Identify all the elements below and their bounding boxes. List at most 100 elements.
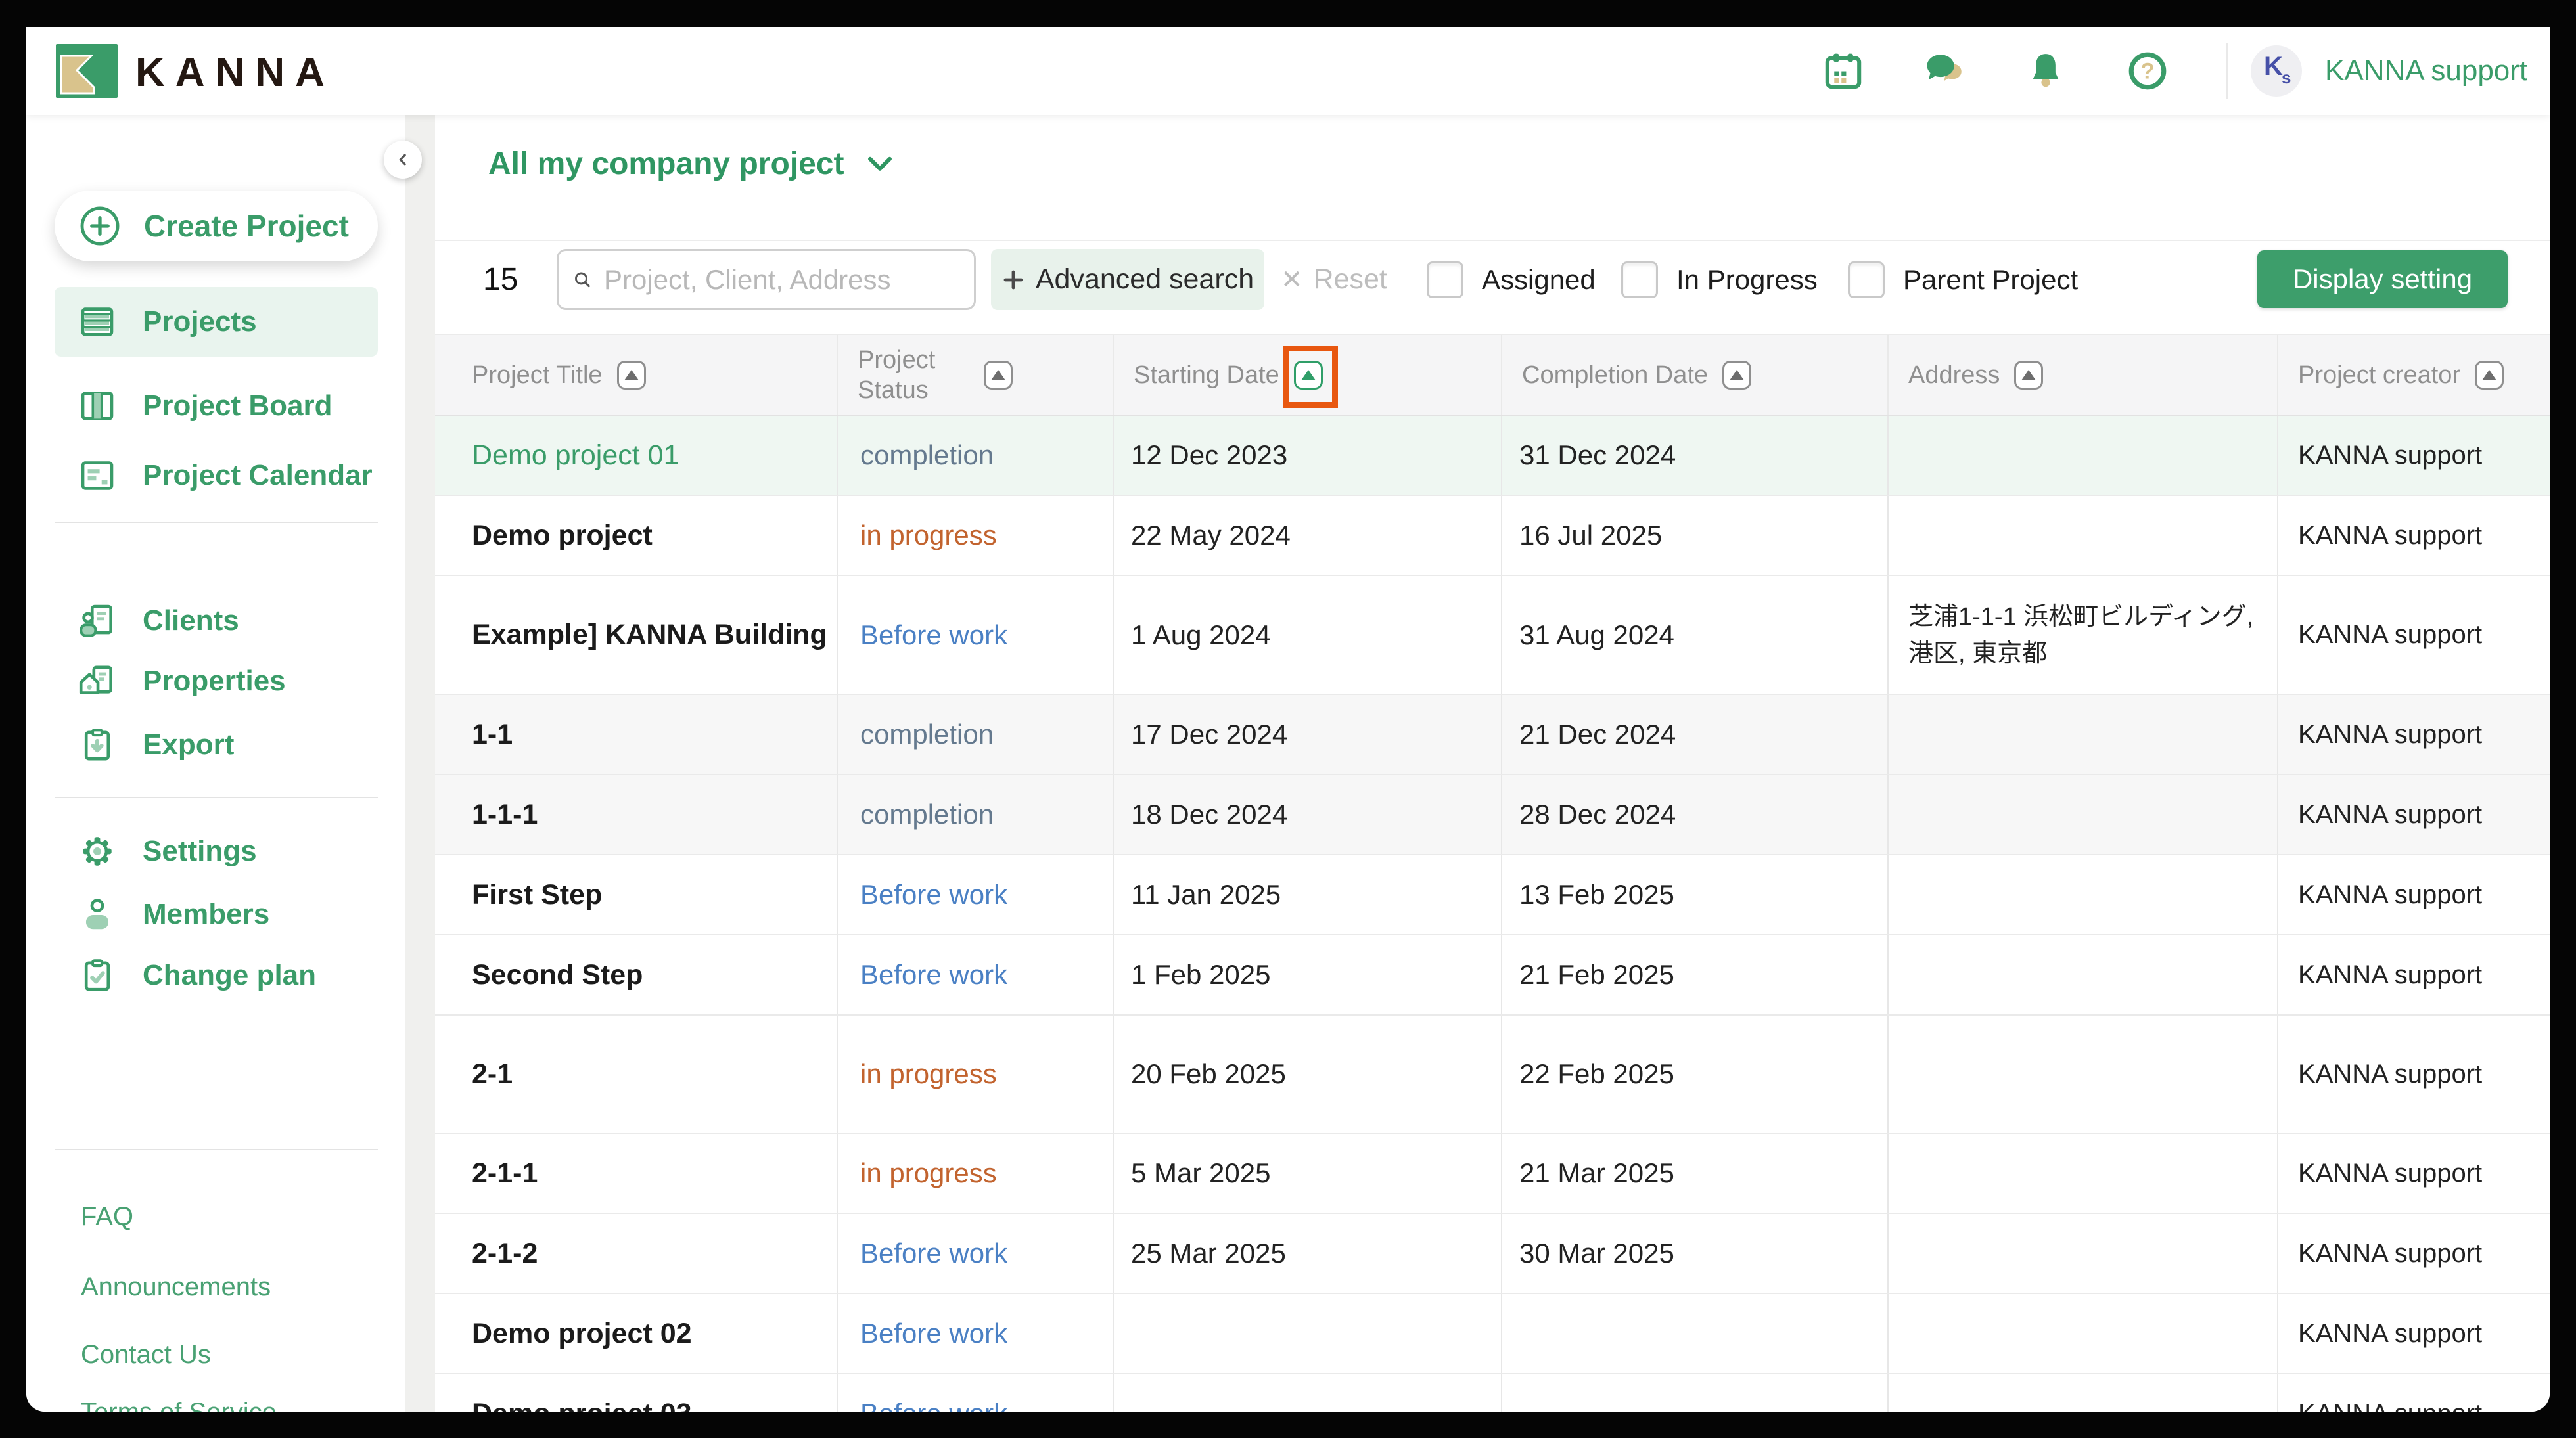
- sidebar-item-project-board[interactable]: Project Board: [55, 371, 378, 441]
- cell-project-title: 2-1: [435, 1016, 838, 1133]
- cell-project-creator: KANNA support: [2278, 935, 2550, 1014]
- sort-button-project-title[interactable]: [617, 361, 646, 390]
- table-row[interactable]: Demo project 01 completion 12 Dec 2023 3…: [435, 416, 2550, 496]
- sidebar-collapse-button[interactable]: [384, 141, 422, 179]
- cell-project-title: Second Step: [435, 935, 838, 1014]
- cell-project-creator: KANNA support: [2278, 1134, 2550, 1213]
- user-name[interactable]: KANNA support: [2325, 55, 2527, 87]
- chevron-left-icon: [393, 150, 413, 169]
- cell-starting-date: 17 Dec 2024: [1114, 695, 1502, 774]
- notifications-bell-icon[interactable]: [2024, 49, 2067, 93]
- sort-button-starting-date[interactable]: [1294, 361, 1323, 390]
- cell-project-title: Demo project 01: [435, 416, 838, 495]
- search-icon: [573, 265, 592, 294]
- cell-completion-date: [1502, 1374, 1889, 1412]
- sidebar-link-terms-of-service[interactable]: Terms of Service: [81, 1398, 277, 1412]
- cell-address: 芝浦1-1-1 浜松町ビルディング, 港区, 東京都: [1889, 576, 2278, 694]
- table-row[interactable]: 2-1-1 in progress 5 Mar 2025 21 Mar 2025…: [435, 1134, 2550, 1214]
- cell-project-status: Before work: [838, 576, 1114, 694]
- table-row[interactable]: 1-1-1 completion 18 Dec 2024 28 Dec 2024…: [435, 775, 2550, 855]
- cell-project-creator: KANNA support: [2278, 1214, 2550, 1293]
- cell-completion-date: 21 Feb 2025: [1502, 935, 1889, 1014]
- cell-project-title: 2-1-1: [435, 1134, 838, 1213]
- board-columns-icon: [77, 386, 118, 426]
- cell-project-status: in progress: [838, 1134, 1114, 1213]
- table-header-row: Project Title Project Status Starting Da…: [435, 334, 2550, 416]
- sidebar-item-settings[interactable]: Settings: [55, 817, 378, 886]
- cell-starting-date: 5 Mar 2025: [1114, 1134, 1502, 1213]
- sidebar-link-contact-us[interactable]: Contact Us: [81, 1340, 211, 1380]
- user-avatar[interactable]: K s: [2251, 45, 2302, 97]
- search-box[interactable]: [557, 249, 976, 310]
- checkbox-parent-project[interactable]: [1848, 261, 1885, 298]
- table-row[interactable]: Example] KANNA Building Before work 1 Au…: [435, 576, 2550, 695]
- sidebar-item-properties[interactable]: Properties: [55, 646, 378, 716]
- cell-address: [1889, 496, 2278, 575]
- table-row[interactable]: 2-1 in progress 20 Feb 2025 22 Feb 2025 …: [435, 1016, 2550, 1134]
- sidebar-item-project-calendar[interactable]: Project Calendar: [55, 441, 378, 510]
- column-header-project-status: Project Status: [838, 335, 1114, 415]
- reset-button[interactable]: ✕ Reset: [1281, 248, 1387, 311]
- sidebar-item-export[interactable]: Export: [55, 710, 378, 780]
- advanced-search-button[interactable]: Advanced search: [991, 249, 1264, 310]
- cell-starting-date: 25 Mar 2025: [1114, 1214, 1502, 1293]
- cell-address: [1889, 775, 2278, 854]
- table-row[interactable]: Demo project 03 Before work KANNA suppor…: [435, 1374, 2550, 1412]
- cell-project-title: 2-1-2: [435, 1214, 838, 1293]
- sidebar-item-projects[interactable]: Projects: [55, 287, 378, 357]
- table-row[interactable]: Second Step Before work 1 Feb 2025 21 Fe…: [435, 935, 2550, 1016]
- sort-button-completion-date[interactable]: [1722, 361, 1751, 390]
- clipboard-download-icon: [77, 725, 118, 765]
- view-selector[interactable]: All my company project: [488, 146, 892, 182]
- sort-button-project-status[interactable]: [984, 361, 1013, 390]
- checkbox-assigned[interactable]: [1427, 261, 1463, 298]
- sidebar-item-label: Change plan: [143, 959, 316, 992]
- table-row[interactable]: Demo project 02 Before work KANNA suppor…: [435, 1294, 2550, 1374]
- calendar-icon[interactable]: [1822, 49, 1865, 93]
- sort-button-address[interactable]: [2014, 361, 2043, 390]
- sidebar-item-label: Export: [143, 729, 234, 761]
- top-bar: KANNA ? K s KANNA support: [26, 27, 2550, 115]
- advanced-search-label: Advanced search: [1036, 263, 1254, 296]
- sidebar-item-members[interactable]: Members: [55, 880, 378, 949]
- sidebar-link-faq[interactable]: FAQ: [81, 1202, 133, 1242]
- sidebar-item-change-plan[interactable]: Change plan: [55, 941, 378, 1010]
- column-header-address: Address: [1889, 335, 2278, 415]
- sidebar-link-announcements[interactable]: Announcements: [81, 1272, 271, 1312]
- avatar-initial-main: K: [2264, 52, 2283, 81]
- cell-starting-date: [1114, 1294, 1502, 1373]
- sidebar-item-label: Project Calendar: [143, 459, 373, 492]
- sort-button-project-creator[interactable]: [2475, 361, 2504, 390]
- cell-address: [1889, 416, 2278, 495]
- plus-icon: [1001, 268, 1025, 292]
- column-header-starting-date: Starting Date: [1114, 335, 1502, 415]
- cell-starting-date: 20 Feb 2025: [1114, 1016, 1502, 1133]
- cell-project-title: Demo project 02: [435, 1294, 838, 1373]
- sidebar-gutter: [405, 115, 435, 1412]
- person-document-icon: [77, 600, 118, 641]
- chat-icon[interactable]: [1923, 49, 1967, 93]
- projects-table: Project Title Project Status Starting Da…: [435, 334, 2550, 1412]
- display-setting-button[interactable]: Display setting: [2257, 250, 2508, 308]
- cell-project-status: completion: [838, 695, 1114, 774]
- cell-project-status: Before work: [838, 1214, 1114, 1293]
- cell-completion-date: 31 Dec 2024: [1502, 416, 1889, 495]
- table-row[interactable]: 1-1 completion 17 Dec 2024 21 Dec 2024 K…: [435, 695, 2550, 775]
- table-row[interactable]: Demo project in progress 22 May 2024 16 …: [435, 496, 2550, 576]
- close-icon: ✕: [1281, 265, 1303, 295]
- cell-project-status: Before work: [838, 935, 1114, 1014]
- gear-icon: [77, 831, 118, 872]
- table-row[interactable]: First Step Before work 11 Jan 2025 13 Fe…: [435, 855, 2550, 935]
- help-icon[interactable]: ?: [2126, 49, 2169, 93]
- cell-project-creator: KANNA support: [2278, 1374, 2550, 1412]
- checkbox-in-progress[interactable]: [1621, 261, 1658, 298]
- person-icon: [77, 894, 118, 935]
- sidebar-divider: [55, 1149, 378, 1150]
- house-document-icon: [77, 661, 118, 702]
- table-row[interactable]: 2-1-2 Before work 25 Mar 2025 30 Mar 202…: [435, 1214, 2550, 1294]
- sidebar-item-clients[interactable]: Clients: [55, 586, 378, 656]
- kanna-logo-icon[interactable]: [56, 44, 118, 98]
- create-project-button[interactable]: Create Project: [55, 191, 378, 261]
- calendar-agenda-icon: [77, 455, 118, 496]
- search-input[interactable]: [604, 264, 959, 296]
